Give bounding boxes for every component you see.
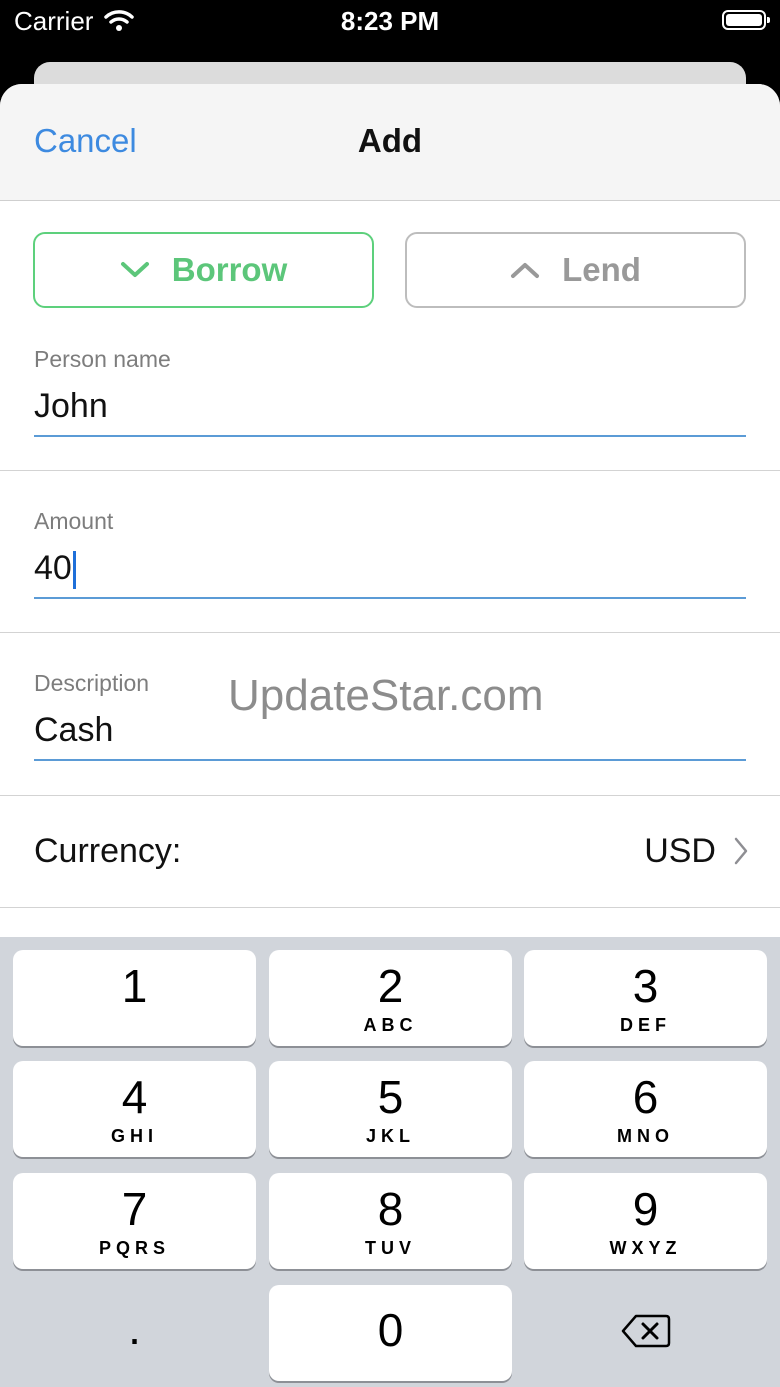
- key-letters: PQRS: [98, 1238, 170, 1258]
- key-number: 7: [121, 1183, 148, 1235]
- numeric-keypad: 1 2 ABC 3 DEF 4 GHI 5 JKL 6 MNO 7 PQRS 8…: [0, 937, 780, 1387]
- person-name-input[interactable]: John: [34, 385, 746, 437]
- chevron-right-icon: [734, 837, 748, 865]
- person-name-value: John: [34, 387, 108, 425]
- key-number: 4: [121, 1071, 148, 1123]
- decimal-key[interactable]: .: [13, 1285, 256, 1381]
- key-number: 5: [377, 1071, 404, 1123]
- amount-value: 40: [34, 549, 72, 587]
- key-letters: MNO: [617, 1126, 674, 1146]
- key-letters: ABC: [363, 1015, 418, 1035]
- key-6[interactable]: 6 MNO: [524, 1061, 767, 1157]
- key-0[interactable]: 0: [269, 1285, 512, 1381]
- divider: [0, 470, 780, 471]
- amount-label: Amount: [34, 508, 114, 534]
- description-label: Description: [34, 670, 150, 696]
- chevron-down-icon: [120, 262, 149, 277]
- key-4[interactable]: 4 GHI: [13, 1061, 256, 1157]
- backspace-icon: [621, 1314, 670, 1348]
- key-letters: DEF: [620, 1015, 671, 1035]
- divider: [0, 907, 780, 908]
- key-1[interactable]: 1: [13, 950, 256, 1046]
- divider: [0, 632, 780, 633]
- description-value: Cash: [34, 711, 114, 749]
- key-number: 6: [632, 1071, 659, 1123]
- currency-label: Currency:: [34, 832, 182, 870]
- key-number: 0: [377, 1304, 404, 1356]
- lend-button[interactable]: Lend: [405, 232, 746, 308]
- person-name-label: Person name: [34, 346, 171, 372]
- key-9[interactable]: 9 WXYZ: [524, 1173, 767, 1269]
- key-3[interactable]: 3 DEF: [524, 950, 767, 1046]
- key-number: 2: [377, 960, 404, 1012]
- status-bar: Carrier 8:23 PM: [0, 0, 780, 44]
- currency-row[interactable]: Currency: USD: [0, 796, 780, 906]
- key-letters: WXYZ: [609, 1238, 682, 1258]
- key-number: 8: [377, 1183, 404, 1235]
- key-number: 1: [121, 960, 148, 1012]
- key-letters: JKL: [365, 1126, 415, 1146]
- key-number: 3: [632, 960, 659, 1012]
- delete-key[interactable]: [524, 1285, 767, 1381]
- key-2[interactable]: 2 ABC: [269, 950, 512, 1046]
- cancel-button[interactable]: Cancel: [34, 122, 137, 160]
- key-letters: TUV: [365, 1238, 416, 1258]
- lend-label: Lend: [562, 251, 641, 288]
- amount-input[interactable]: 40: [34, 547, 746, 599]
- key-number: 9: [632, 1183, 659, 1235]
- nav-bar: Cancel Add: [0, 84, 780, 201]
- description-field: Description Cash: [34, 670, 746, 761]
- key-5[interactable]: 5 JKL: [269, 1061, 512, 1157]
- amount-field: Amount 40: [34, 508, 746, 599]
- text-cursor: [72, 551, 76, 590]
- key-8[interactable]: 8 TUV: [269, 1173, 512, 1269]
- borrow-button[interactable]: Borrow: [33, 232, 374, 308]
- key-number: .: [128, 1302, 141, 1354]
- key-letters: GHI: [110, 1126, 158, 1146]
- battery-icon: [722, 10, 770, 30]
- person-name-field: Person name John: [34, 346, 746, 437]
- chevron-up-icon: [511, 263, 540, 278]
- clock: 8:23 PM: [340, 6, 440, 36]
- borrow-label: Borrow: [171, 251, 288, 288]
- key-7[interactable]: 7 PQRS: [13, 1173, 256, 1269]
- currency-value: USD: [644, 832, 716, 870]
- description-input[interactable]: Cash: [34, 709, 746, 761]
